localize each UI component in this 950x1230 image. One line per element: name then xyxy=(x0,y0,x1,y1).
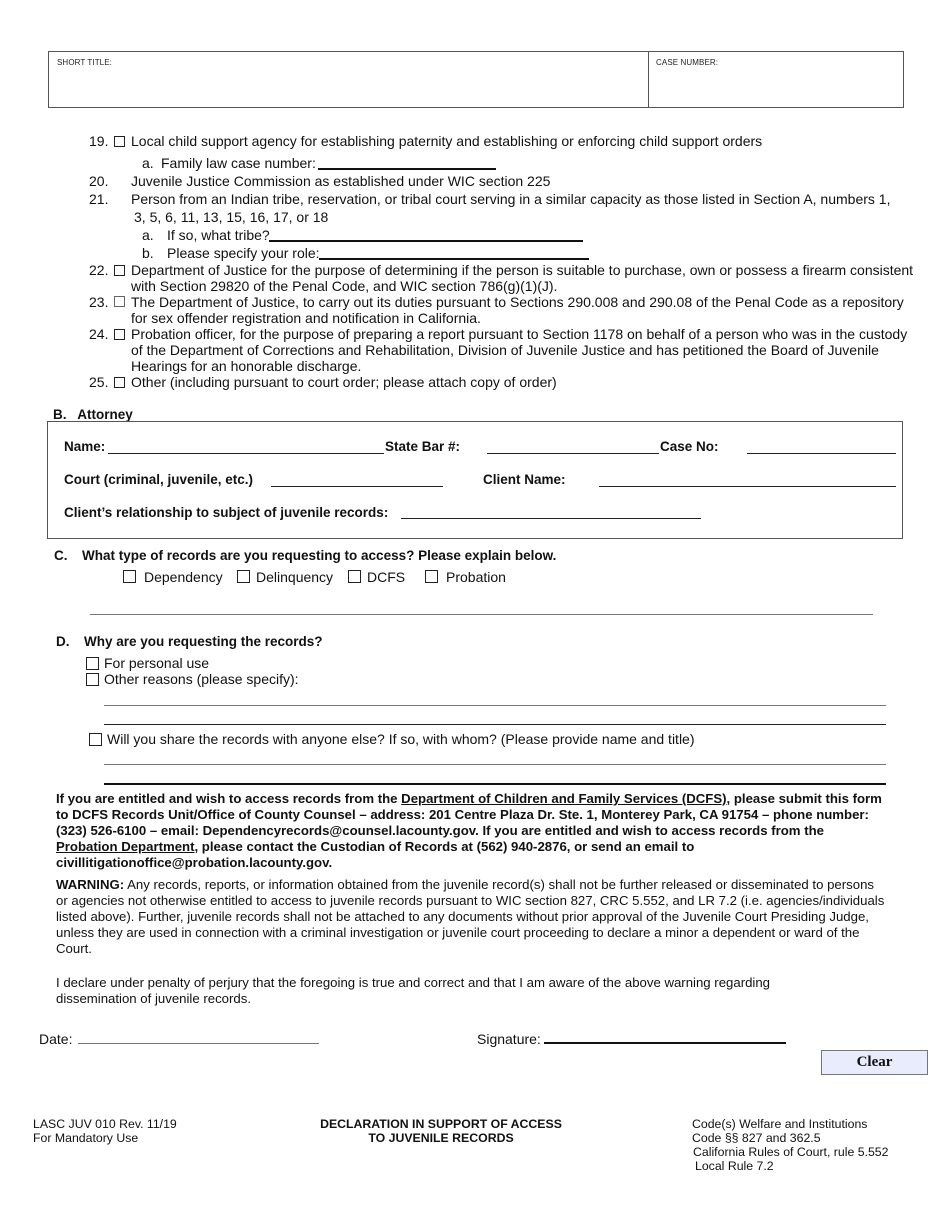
share-records-input-line1[interactable] xyxy=(104,764,886,765)
item-24-checkbox[interactable] xyxy=(114,329,125,340)
code-line1: Code(s) Welfare and Institutions xyxy=(692,1117,868,1131)
records-explanation-input[interactable] xyxy=(90,614,873,615)
item-23-text-line2: for sex offender registration and notifi… xyxy=(131,310,481,326)
warning-paragraph: WARNING: Any records, reports, or inform… xyxy=(56,877,886,957)
instructions-text-1: If you are entitled and wish to access r… xyxy=(56,791,402,806)
item-25-checkbox[interactable] xyxy=(114,377,125,388)
dcfs-label: DCFS xyxy=(367,569,406,585)
item-21a-text: If so, what tribe? xyxy=(167,227,270,243)
perjury-declaration: I declare under penalty of perjury that … xyxy=(56,975,771,1006)
share-records-checkbox[interactable] xyxy=(89,733,102,746)
dcfs-checkbox[interactable] xyxy=(348,570,361,583)
role-input[interactable] xyxy=(319,258,589,260)
date-input[interactable] xyxy=(78,1043,319,1044)
signature-label: Signature: xyxy=(477,1031,541,1047)
form-id: LASC JUV 010 Rev. 11/19 xyxy=(33,1117,177,1131)
section-c-letter: C. xyxy=(54,548,68,563)
item-25-number: 25. xyxy=(89,374,109,390)
tribe-input[interactable] xyxy=(269,240,583,242)
section-d-question: Why are you requesting the records? xyxy=(84,634,323,649)
caption-box: SHORT TITLE: CASE NUMBER: xyxy=(48,51,904,108)
relationship-input[interactable] xyxy=(401,518,701,519)
item-21-text-line2: 3, 5, 6, 11, 13, 15, 16, 17, or 18 xyxy=(134,209,329,225)
item-22-text-line1: Department of Justice for the purpose of… xyxy=(131,262,914,278)
code-line2: Code §§ 827 and 362.5 xyxy=(692,1131,821,1145)
other-reasons-checkbox[interactable] xyxy=(86,673,99,686)
code-line3: California Rules of Court, rule 5.552 xyxy=(693,1145,889,1159)
form-title-line2: TO JUVENILE RECORDS xyxy=(368,1131,514,1145)
delinquency-checkbox[interactable] xyxy=(237,570,250,583)
item-19a-label: a. xyxy=(142,155,154,171)
delinquency-label: Delinquency xyxy=(256,569,334,585)
item-23-text-line1: The Department of Justice, to carry out … xyxy=(131,294,904,310)
item-24-text-line2: of the Department of Corrections and Reh… xyxy=(131,342,879,358)
footer-title: DECLARATION IN SUPPORT OF ACCESS TO JUVE… xyxy=(300,1117,582,1145)
submission-instructions: If you are entitled and wish to access r… xyxy=(56,791,886,871)
item-19a-text: Family law case number: xyxy=(161,155,316,171)
clear-button[interactable]: Clear xyxy=(821,1050,928,1075)
warning-text: Any records, reports, or information obt… xyxy=(56,877,885,956)
probation-department-link: Probation Department xyxy=(56,839,195,854)
case-number-field[interactable]: CASE NUMBER: xyxy=(648,52,904,107)
item-20-text: Juvenile Justice Commission as establish… xyxy=(131,173,551,189)
attorney-name-label: Name: xyxy=(64,439,106,454)
section-c-question: What type of records are you requesting … xyxy=(82,548,557,563)
item-23-checkbox[interactable] xyxy=(114,296,125,307)
item-19-number: 19. xyxy=(89,133,109,149)
dependency-label: Dependency xyxy=(144,569,223,585)
item-21b-text: Please specify your role: xyxy=(167,245,320,261)
signature-input[interactable] xyxy=(544,1042,786,1044)
state-bar-input[interactable] xyxy=(487,453,659,454)
case-number-label: CASE NUMBER: xyxy=(656,58,719,67)
item-24-text-line1: Probation officer, for the purpose of pr… xyxy=(131,326,908,342)
attorney-name-input[interactable] xyxy=(108,453,384,454)
date-label: Date: xyxy=(39,1031,73,1047)
relationship-label: Client’s relationship to subject of juve… xyxy=(64,505,389,520)
form-title-line1: DECLARATION IN SUPPORT OF ACCESS xyxy=(320,1117,562,1131)
item-22-text-line2: with Section 29820 of the Penal Code, an… xyxy=(131,278,558,294)
mandatory-use: For Mandatory Use xyxy=(33,1131,139,1145)
personal-use-label: For personal use xyxy=(104,655,210,671)
item-20-number: 20. xyxy=(89,173,109,189)
code-line4: Local Rule 7.2 xyxy=(695,1159,774,1173)
share-records-question: Will you share the records with anyone e… xyxy=(107,731,695,747)
dcfs-link: Department of Children and Family Servic… xyxy=(401,791,727,806)
section-d-letter: D. xyxy=(56,634,70,649)
item-21b-label: b. xyxy=(142,245,154,261)
item-22-checkbox[interactable] xyxy=(114,265,125,276)
item-24-number: 24. xyxy=(89,326,109,342)
client-name-label: Client Name: xyxy=(483,472,566,487)
warning-label: WARNING: xyxy=(56,877,125,892)
case-no-input[interactable] xyxy=(747,453,896,454)
footer-codes: Code(s) Welfare and Institutions Code §§… xyxy=(692,1117,888,1173)
probation-checkbox[interactable] xyxy=(425,570,438,583)
item-23-number: 23. xyxy=(89,294,109,310)
probation-label: Probation xyxy=(446,569,506,585)
share-records-input-line2[interactable] xyxy=(104,783,886,785)
item-21-text-line1: Person from an Indian tribe, reservation… xyxy=(131,191,891,207)
item-24-text-line3: Hearings for an honorable discharge. xyxy=(131,358,362,374)
other-reasons-input-line2[interactable] xyxy=(104,724,886,725)
dependency-checkbox[interactable] xyxy=(123,570,136,583)
family-law-case-number-input[interactable] xyxy=(318,168,496,170)
footer-left: LASC JUV 010 Rev. 11/19 For Mandatory Us… xyxy=(33,1117,177,1145)
state-bar-label: State Bar #: xyxy=(385,439,461,454)
client-name-input[interactable] xyxy=(599,486,896,487)
short-title-field[interactable]: SHORT TITLE: xyxy=(49,52,649,107)
item-25-text: Other (including pursuant to court order… xyxy=(131,374,557,390)
court-input[interactable] xyxy=(271,486,443,487)
item-21a-label: a. xyxy=(142,227,154,243)
item-22-number: 22. xyxy=(89,262,109,278)
case-no-label: Case No: xyxy=(660,439,719,454)
other-reasons-input-line1[interactable] xyxy=(104,705,886,706)
personal-use-checkbox[interactable] xyxy=(86,657,99,670)
item-19-checkbox[interactable] xyxy=(114,136,125,147)
item-19-text: Local child support agency for establish… xyxy=(131,133,763,149)
short-title-label: SHORT TITLE: xyxy=(57,58,112,67)
item-21-number: 21. xyxy=(89,191,109,207)
other-reasons-label: Other reasons (please specify): xyxy=(104,671,299,687)
court-label: Court (criminal, juvenile, etc.) xyxy=(64,472,254,487)
